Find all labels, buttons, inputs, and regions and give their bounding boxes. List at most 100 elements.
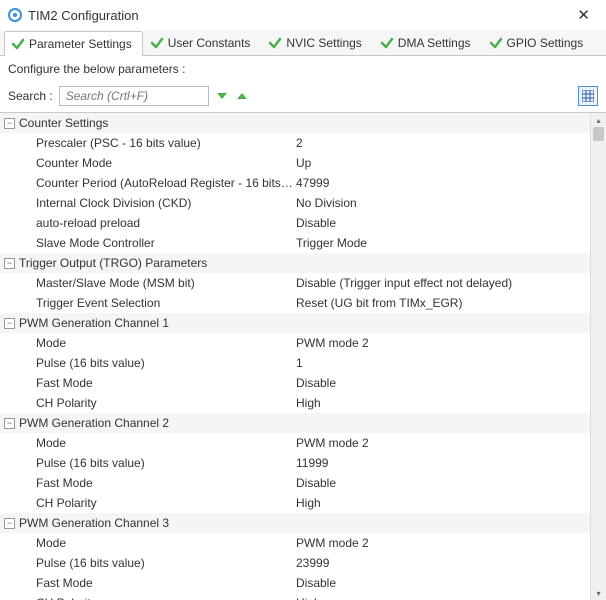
param-value: High — [296, 596, 586, 600]
scroll-up-icon[interactable]: ▴ — [591, 113, 606, 127]
check-icon — [489, 36, 503, 50]
param-value: Disable — [296, 376, 586, 390]
search-prev-icon[interactable] — [235, 89, 249, 103]
param-label: Internal Clock Division (CKD) — [36, 196, 296, 210]
group-header[interactable]: −Trigger Output (TRGO) Parameters — [0, 253, 590, 273]
param-value: 11999 — [296, 456, 586, 470]
param-value: High — [296, 396, 586, 410]
param-label: Pulse (16 bits value) — [36, 456, 296, 470]
group-header[interactable]: −PWM Generation Channel 3 — [0, 513, 590, 533]
search-row: Search : — [0, 82, 606, 112]
search-next-icon[interactable] — [215, 89, 229, 103]
collapse-icon[interactable]: − — [4, 518, 15, 529]
param-label: Master/Slave Mode (MSM bit) — [36, 276, 296, 290]
group-header[interactable]: −PWM Generation Channel 2 — [0, 413, 590, 433]
search-input[interactable] — [59, 86, 209, 106]
group-name: Counter Settings — [19, 116, 108, 130]
param-label: Counter Period (AutoReload Register - 16… — [36, 176, 296, 190]
tab-user-constants[interactable]: User Constants — [143, 30, 262, 55]
collapse-icon[interactable]: − — [4, 258, 15, 269]
search-label: Search : — [8, 89, 53, 103]
param-value: Disable (Trigger input effect not delaye… — [296, 276, 586, 290]
param-value: PWM mode 2 — [296, 436, 586, 450]
window-title: TIM2 Configuration — [28, 8, 139, 23]
param-row[interactable]: Internal Clock Division (CKD)No Division — [0, 193, 590, 213]
param-row[interactable]: auto-reload preloadDisable — [0, 213, 590, 233]
param-label: Fast Mode — [36, 376, 296, 390]
tab-gpio-settings[interactable]: GPIO Settings — [482, 30, 595, 55]
group-name: PWM Generation Channel 1 — [19, 316, 169, 330]
collapse-icon[interactable]: − — [4, 118, 15, 129]
param-label: CH Polarity — [36, 396, 296, 410]
param-row[interactable]: Prescaler (PSC - 16 bits value)2 — [0, 133, 590, 153]
check-icon — [11, 37, 25, 51]
param-label: Prescaler (PSC - 16 bits value) — [36, 136, 296, 150]
group-name: PWM Generation Channel 2 — [19, 416, 169, 430]
param-row[interactable]: ModePWM mode 2 — [0, 433, 590, 453]
group-header[interactable]: −PWM Generation Channel 1 — [0, 313, 590, 333]
tab-label: Parameter Settings — [29, 37, 132, 51]
params-area: −Counter SettingsPrescaler (PSC - 16 bit… — [0, 112, 606, 600]
params-list: −Counter SettingsPrescaler (PSC - 16 bit… — [0, 113, 590, 600]
param-value: 1 — [296, 356, 586, 370]
tab-dma-settings[interactable]: DMA Settings — [373, 30, 482, 55]
param-label: CH Polarity — [36, 496, 296, 510]
param-value: Disable — [296, 476, 586, 490]
param-value: No Division — [296, 196, 586, 210]
group-name: PWM Generation Channel 3 — [19, 516, 169, 530]
param-value: 23999 — [296, 556, 586, 570]
scrollbar[interactable]: ▴ ▾ — [590, 113, 606, 600]
tab-parameter-settings[interactable]: Parameter Settings — [4, 31, 143, 56]
param-row[interactable]: Pulse (16 bits value)11999 — [0, 453, 590, 473]
param-label: Fast Mode — [36, 476, 296, 490]
param-value: PWM mode 2 — [296, 536, 586, 550]
param-row[interactable]: Slave Mode ControllerTrigger Mode — [0, 233, 590, 253]
param-value: Disable — [296, 216, 586, 230]
param-value: 2 — [296, 136, 586, 150]
collapse-icon[interactable]: − — [4, 318, 15, 329]
param-row[interactable]: Pulse (16 bits value)1 — [0, 353, 590, 373]
param-value: Disable — [296, 576, 586, 590]
param-row[interactable]: Counter ModeUp — [0, 153, 590, 173]
app-icon — [8, 8, 22, 22]
param-row[interactable]: Pulse (16 bits value)23999 — [0, 553, 590, 573]
group-name: Trigger Output (TRGO) Parameters — [19, 256, 207, 270]
group-header[interactable]: −Counter Settings — [0, 113, 590, 133]
collapse-icon[interactable]: − — [4, 418, 15, 429]
param-value: Trigger Mode — [296, 236, 586, 250]
param-label: Mode — [36, 536, 296, 550]
scroll-thumb[interactable] — [593, 127, 604, 141]
param-value: Reset (UG bit from TIMx_EGR) — [296, 296, 586, 310]
tab-label: DMA Settings — [398, 36, 471, 50]
param-row[interactable]: CH PolarityHigh — [0, 393, 590, 413]
tab-label: User Constants — [168, 36, 251, 50]
param-label: Mode — [36, 336, 296, 350]
param-row[interactable]: Fast ModeDisable — [0, 373, 590, 393]
param-row[interactable]: CH PolarityHigh — [0, 593, 590, 600]
param-label: auto-reload preload — [36, 216, 296, 230]
tab-nvic-settings[interactable]: NVIC Settings — [261, 30, 372, 55]
param-row[interactable]: Counter Period (AutoReload Register - 16… — [0, 173, 590, 193]
param-label: Pulse (16 bits value) — [36, 556, 296, 570]
instruction-text: Configure the below parameters : — [0, 56, 606, 82]
param-value: 47999 — [296, 176, 586, 190]
param-row[interactable]: Fast ModeDisable — [0, 473, 590, 493]
param-label: Counter Mode — [36, 156, 296, 170]
param-row[interactable]: ModePWM mode 2 — [0, 533, 590, 553]
param-row[interactable]: Fast ModeDisable — [0, 573, 590, 593]
param-label: Mode — [36, 436, 296, 450]
param-row[interactable]: ModePWM mode 2 — [0, 333, 590, 353]
tabs-bar: Parameter Settings User Constants NVIC Set… — [0, 30, 606, 56]
param-label: Fast Mode — [36, 576, 296, 590]
param-row[interactable]: CH PolarityHigh — [0, 493, 590, 513]
close-button[interactable]: ✕ — [571, 6, 596, 24]
param-label: Slave Mode Controller — [36, 236, 296, 250]
param-row[interactable]: Master/Slave Mode (MSM bit)Disable (Trig… — [0, 273, 590, 293]
param-value: High — [296, 496, 586, 510]
scroll-down-icon[interactable]: ▾ — [591, 586, 606, 600]
param-label: CH Polarity — [36, 596, 296, 600]
check-icon — [268, 36, 282, 50]
tab-label: NVIC Settings — [286, 36, 361, 50]
grid-view-icon[interactable] — [578, 86, 598, 106]
param-row[interactable]: Trigger Event SelectionReset (UG bit fro… — [0, 293, 590, 313]
